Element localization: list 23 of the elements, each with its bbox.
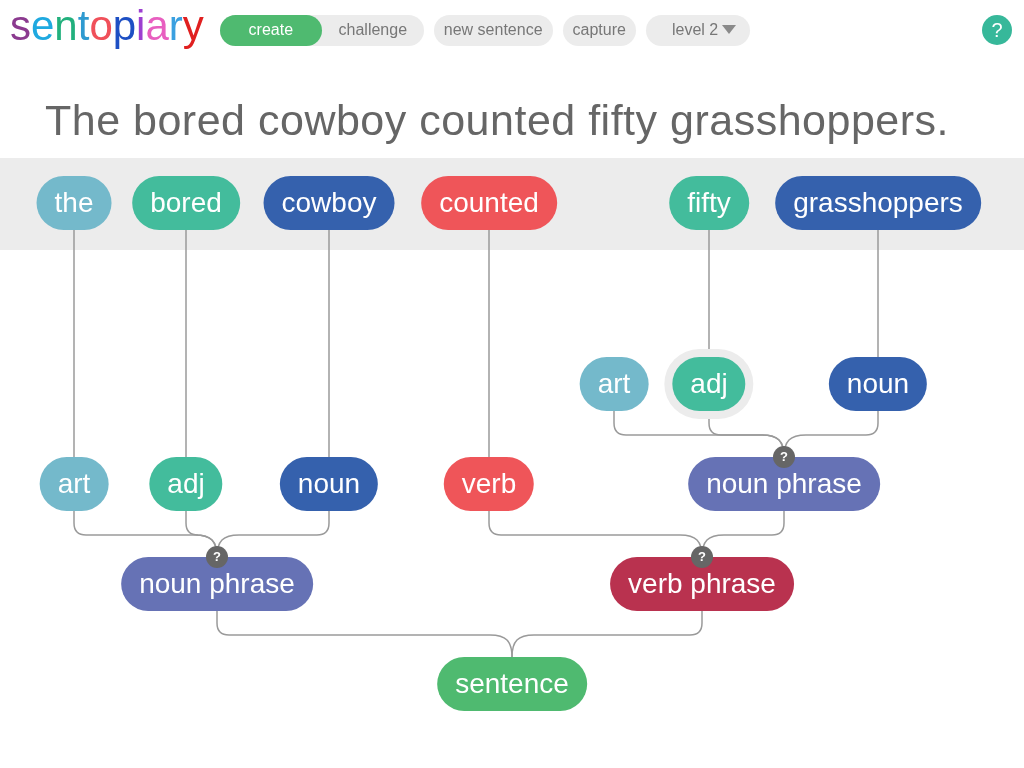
tree-node[interactable]: art xyxy=(579,357,649,411)
question-badge[interactable]: ? xyxy=(206,546,228,568)
word-tile[interactable]: grasshoppers xyxy=(775,176,981,230)
sentence-text: The bored cowboy counted fifty grasshoppers. xyxy=(44,95,950,146)
tree-node[interactable]: art xyxy=(39,457,109,511)
mode-tab[interactable]: create xyxy=(219,14,322,46)
word-tile[interactable]: counted xyxy=(421,176,557,230)
toolbar-button[interactable]: new sentence xyxy=(433,14,553,46)
caret-icon xyxy=(722,25,737,35)
tree-node[interactable]: verb xyxy=(443,457,535,511)
question-badge[interactable]: ? xyxy=(773,446,795,468)
tree-node[interactable]: adj xyxy=(149,457,223,511)
level-dropdown[interactable]: level 2 xyxy=(645,14,751,46)
question-badge[interactable]: ? xyxy=(691,546,713,568)
mode-tab[interactable]: challenge xyxy=(321,14,424,46)
tree-node[interactable]: noun xyxy=(279,457,379,511)
app-logo: sentopiary xyxy=(10,5,204,51)
help-button[interactable]: ? xyxy=(982,15,1012,45)
word-tile[interactable]: cowboy xyxy=(263,176,395,230)
tree-node[interactable]: noun xyxy=(828,357,928,411)
word-tile[interactable]: bored xyxy=(132,176,240,230)
toolbar-button[interactable]: capture xyxy=(562,14,636,46)
tree-node[interactable]: sentence xyxy=(437,657,587,711)
